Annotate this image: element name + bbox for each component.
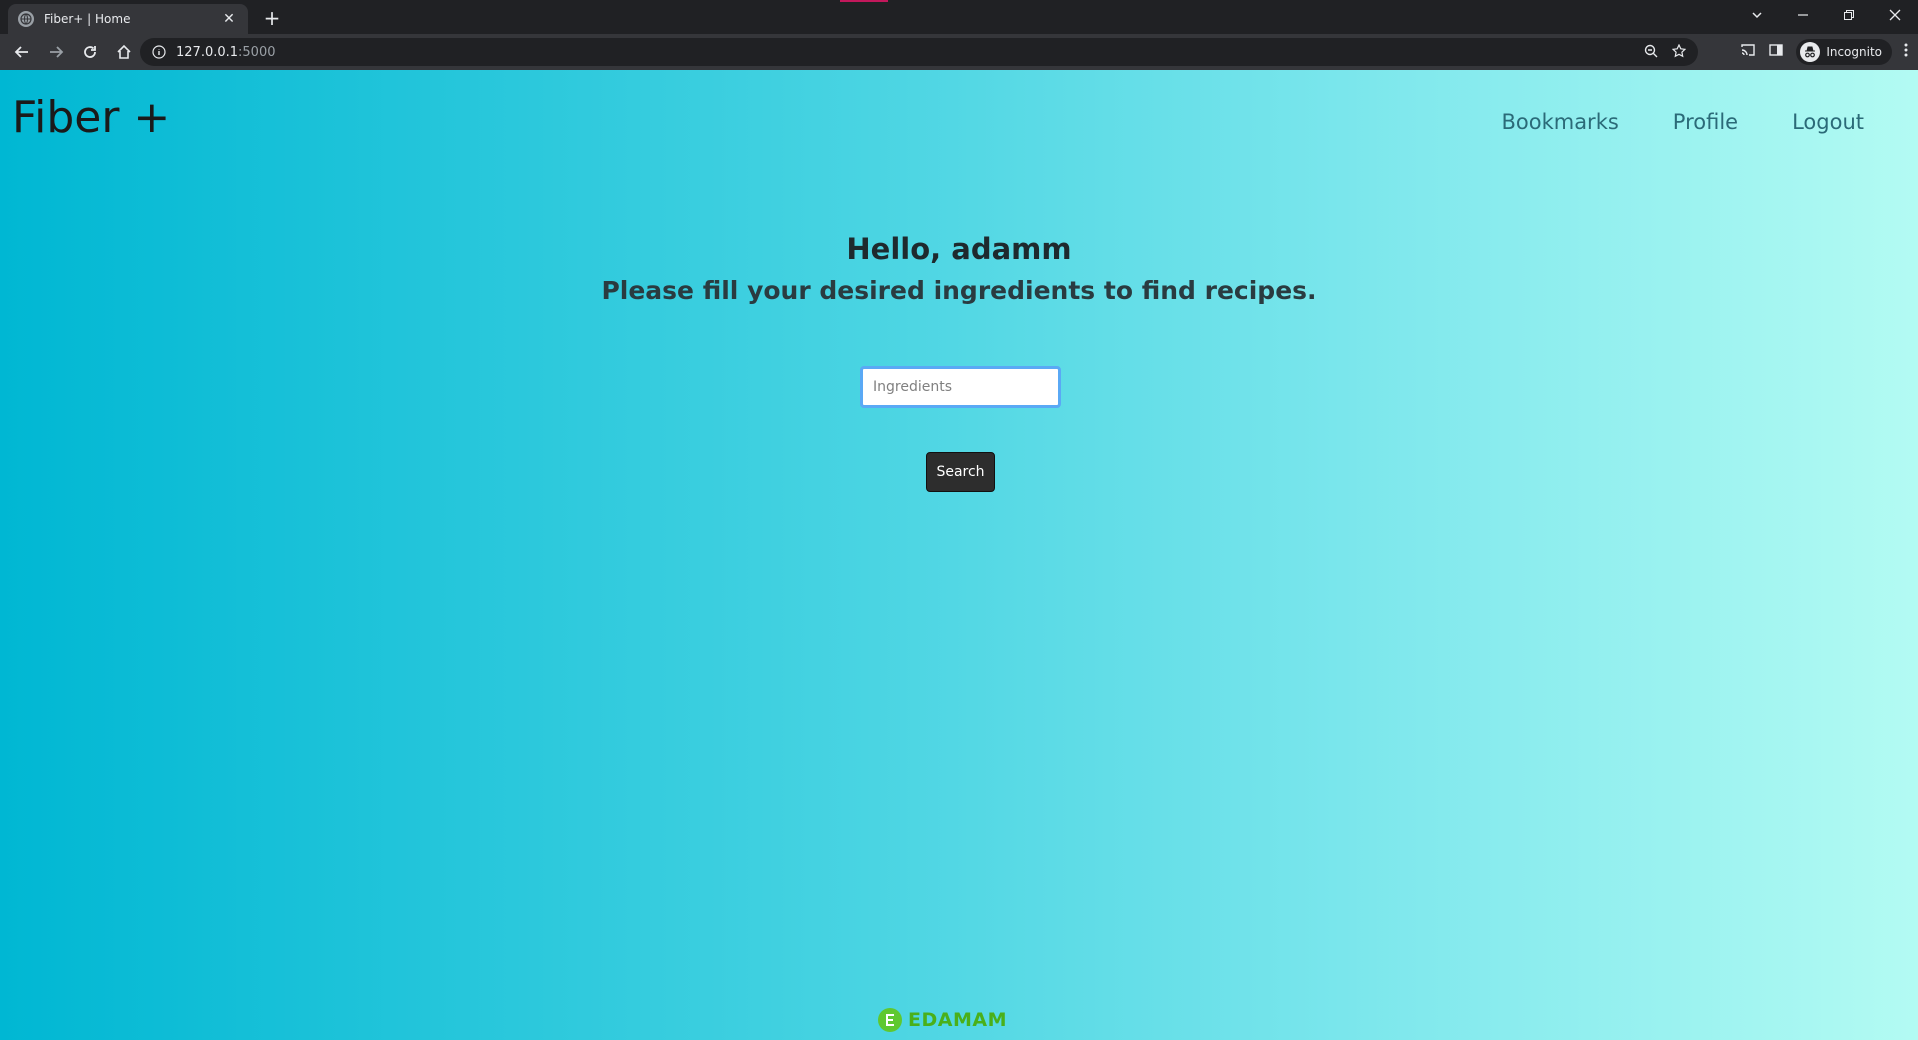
side-panel-icon[interactable]: [1768, 42, 1784, 62]
cast-icon[interactable]: [1740, 42, 1756, 62]
tab-title: Fiber+ | Home: [44, 12, 131, 26]
site-brand[interactable]: Fiber +: [12, 92, 170, 143]
browser-tabstrip: Fiber+ | Home ✕ +: [0, 0, 1918, 34]
site-info-icon[interactable]: [152, 44, 168, 60]
browser-toolbar: 127.0.0.1 :5000 Incognito: [0, 34, 1918, 70]
zoom-icon[interactable]: [1644, 43, 1658, 62]
tab-strip-accent: [840, 0, 888, 2]
minimize-icon[interactable]: [1780, 0, 1826, 30]
toolbar-right: Incognito: [1740, 38, 1908, 66]
ingredients-input[interactable]: [860, 366, 1061, 408]
instruction-text: Please fill your desired ingredients to …: [601, 276, 1317, 305]
globe-icon: [18, 11, 34, 27]
tab-close-icon[interactable]: ✕: [220, 11, 238, 27]
forward-icon[interactable]: [40, 36, 72, 68]
nav-profile[interactable]: Profile: [1673, 110, 1738, 134]
close-window-icon[interactable]: [1872, 0, 1918, 30]
edamam-attribution[interactable]: EDAMAM: [878, 1008, 1007, 1032]
greeting-heading: Hello, adamm: [846, 232, 1072, 266]
nav-bookmarks[interactable]: Bookmarks: [1501, 110, 1618, 134]
search-button[interactable]: Search: [926, 452, 995, 492]
restore-icon[interactable]: [1826, 0, 1872, 30]
site-nav: Bookmarks Profile Logout: [1501, 110, 1864, 134]
reload-icon[interactable]: [74, 36, 106, 68]
page-content: Fiber + Bookmarks Profile Logout Hello, …: [0, 70, 1918, 1040]
incognito-icon: [1800, 42, 1821, 62]
incognito-label: Incognito: [1826, 45, 1882, 59]
incognito-profile[interactable]: Incognito: [1796, 39, 1892, 65]
edamam-label: EDAMAM: [908, 1009, 1007, 1031]
bookmark-star-icon[interactable]: [1671, 43, 1687, 62]
edamam-logo-icon: [878, 1008, 902, 1032]
new-tab-icon[interactable]: +: [260, 6, 284, 30]
url-port: :5000: [238, 44, 276, 60]
browser-tab-active[interactable]: Fiber+ | Home ✕: [8, 4, 248, 34]
nav-logout[interactable]: Logout: [1792, 110, 1864, 134]
tab-search-icon[interactable]: [1734, 0, 1780, 30]
address-bar[interactable]: 127.0.0.1 :5000: [140, 38, 1698, 66]
menu-dots-icon[interactable]: [1904, 42, 1908, 62]
window-controls: [1734, 0, 1918, 30]
home-icon[interactable]: [108, 36, 140, 68]
back-icon[interactable]: [6, 36, 38, 68]
url-host: 127.0.0.1: [176, 44, 239, 60]
